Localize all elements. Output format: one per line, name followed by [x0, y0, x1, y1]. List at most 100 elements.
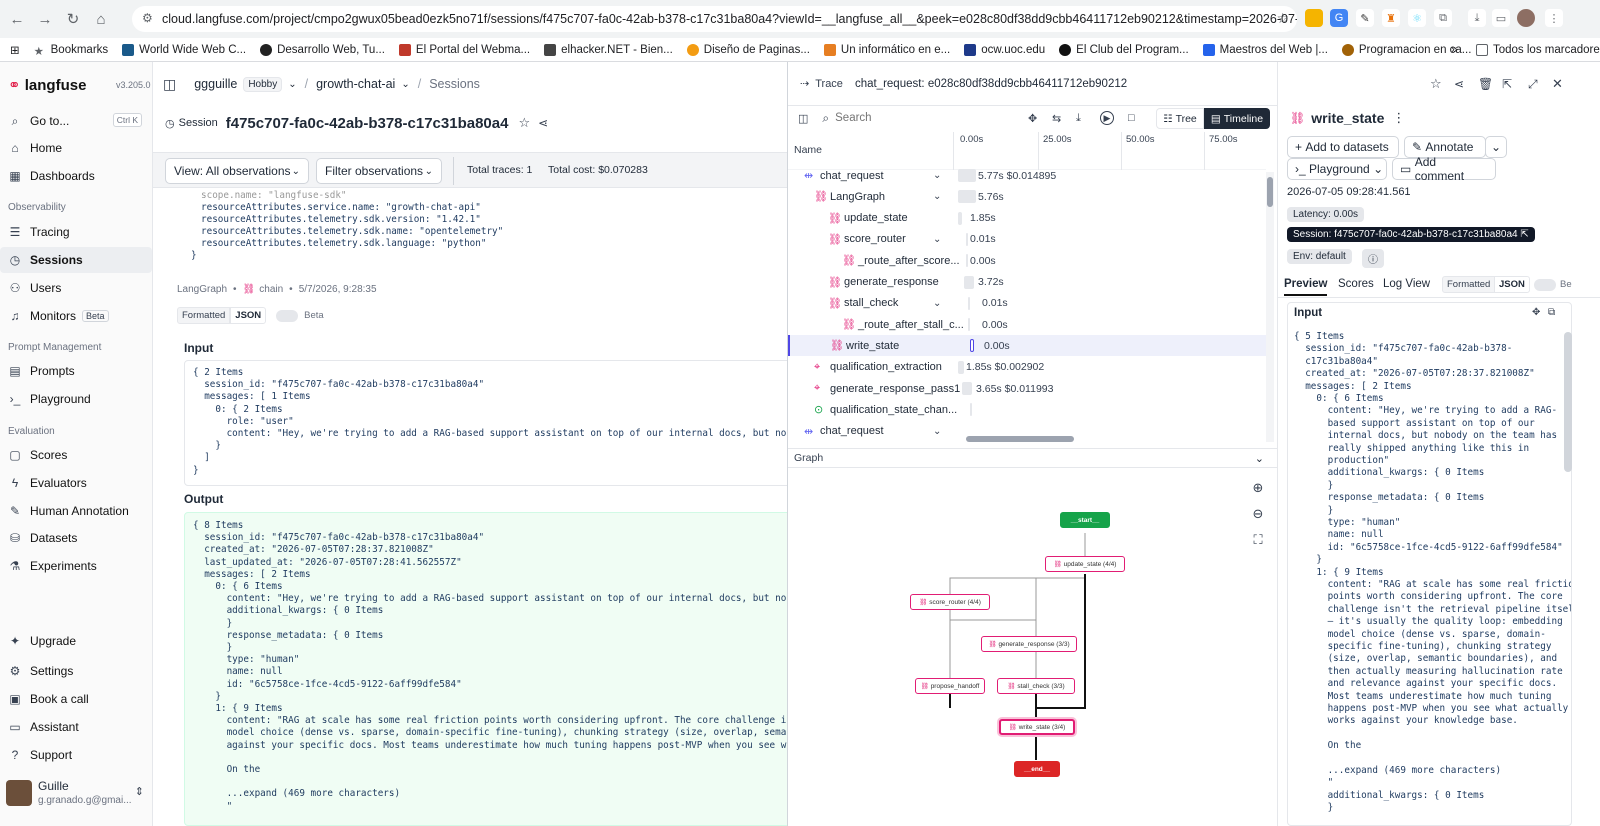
horizontal-scrollbar-thumb[interactable]	[966, 436, 1074, 442]
external-link-icon[interactable]: ⇱	[1502, 77, 1512, 91]
sidebar-item-sessions[interactable]: ◷ Sessions	[0, 247, 152, 273]
sidebar-item-tracing[interactable]: ☰ Tracing	[6, 219, 148, 245]
sidebar-item-prompts[interactable]: ▤ Prompts	[6, 358, 148, 384]
graph-node-propose-handoff[interactable]: ⛓ propose_handoff	[915, 678, 985, 694]
tab-timeline[interactable]: ▤ Timeline	[1204, 108, 1270, 129]
timeline-bar[interactable]	[958, 211, 962, 225]
trace-row[interactable]: ⛓ LangGraph ⌄ 5.76s	[788, 186, 1266, 207]
trace-search-input[interactable]	[835, 112, 1006, 124]
sidebar-item-users[interactable]: ⚇ Users	[6, 275, 148, 301]
split-icon[interactable]: ▭	[1492, 9, 1510, 27]
trace-row[interactable]: ⛓ update_state 1.85s	[788, 208, 1266, 229]
chevron-down-icon[interactable]: ⌄	[933, 234, 941, 245]
pen-icon[interactable]: ✎	[1356, 9, 1374, 27]
chevron-down-icon[interactable]: ⌄	[401, 79, 409, 90]
graph-node-generate-response[interactable]: ⛓ generate_response (3/3)	[981, 636, 1077, 652]
address-bar[interactable]: ⚙ cloud.langfuse.com/project/cmpo2gwux05…	[132, 6, 1297, 32]
bookmark-item[interactable]: El Club del Program...	[1059, 43, 1189, 56]
sidebar-item-settings[interactable]: ⚙ Settings	[6, 658, 148, 684]
bookmark-item[interactable]: Un informático en e...	[823, 43, 950, 56]
tab-formatted[interactable]: Formatted	[177, 307, 231, 324]
fit-view-icon[interactable]: ⛶	[1248, 532, 1268, 552]
all-bookmarks[interactable]: Todos los marcadores	[1476, 43, 1600, 56]
more-bookmarks-icon[interactable]: »	[1451, 44, 1457, 56]
goto-button[interactable]: ⌕ Go to... Ctrl K	[6, 108, 148, 134]
trash-icon[interactable]: 🗑	[1478, 77, 1493, 91]
timeline-bar[interactable]	[966, 254, 968, 268]
timeline-bar[interactable]	[958, 360, 964, 374]
zoom-out-icon[interactable]: ⊖	[1248, 506, 1268, 526]
scrollbar[interactable]	[1266, 172, 1274, 442]
timeline-bar[interactable]	[958, 169, 976, 182]
view-select[interactable]: View: All observations ⌄	[165, 158, 309, 184]
trace-row[interactable]: ⌖ generate_response_pass1 3.65s $0.011993	[788, 378, 1266, 399]
extension-icon[interactable]: ♜	[1382, 9, 1400, 27]
chevron-down-icon[interactable]: ⌄	[933, 191, 941, 202]
home-icon[interactable]: ⌂	[90, 8, 112, 30]
react-icon[interactable]: ⚛	[1408, 9, 1426, 27]
puzzle-icon[interactable]: ⧉	[1434, 9, 1452, 27]
tab-json[interactable]: JSON	[1494, 276, 1530, 293]
trace-row[interactable]: ⌖ qualification_extraction 1.85s $0.002902	[788, 357, 1266, 378]
bookmark-item[interactable]: World Wide Web C...	[122, 43, 246, 56]
sidebar-item-upgrade[interactable]: ✦ Upgrade	[6, 628, 148, 654]
site-info-icon[interactable]: ⚙	[142, 11, 153, 25]
user-menu[interactable]: Guille g.granado.g@gmai... ⇕	[6, 776, 148, 810]
graph-node-write-state[interactable]: ⛓ write_state (3/4)	[999, 719, 1075, 735]
tab-formatted[interactable]: Formatted	[1442, 276, 1496, 293]
bookmark-item[interactable]: Diseño de Paginas...	[686, 43, 810, 56]
filter-icon[interactable]: ⇆	[1052, 112, 1061, 125]
crosshair-icon[interactable]: ✥	[1028, 112, 1037, 125]
expand-icon[interactable]: ⤢	[1528, 77, 1538, 92]
add-comment-button[interactable]: ▭ Add comment	[1392, 155, 1496, 183]
beta-toggle[interactable]	[276, 309, 299, 322]
beta-toggle[interactable]	[1534, 279, 1556, 291]
scrollbar-thumb[interactable]	[1564, 332, 1572, 472]
bookmark-star-icon[interactable]: ☆	[1276, 10, 1289, 27]
graph-node-start[interactable]: __start__	[1060, 512, 1110, 528]
breadcrumb-org[interactable]: ggguille	[194, 77, 237, 91]
sidebar-item-book-call[interactable]: ▣ Book a call	[6, 686, 148, 712]
trace-row[interactable]: ⊙ qualification_state_chan...	[788, 399, 1266, 420]
trace-row[interactable]: ⛓ write_state 0.00s	[788, 335, 1266, 357]
sidebar-item-evaluators[interactable]: ϟ Evaluators	[6, 470, 148, 496]
sidebar-item-playground[interactable]: ›_ Playground	[6, 386, 148, 412]
bookmark-item[interactable]: ocw.uoc.edu	[964, 43, 1045, 56]
chevron-down-icon[interactable]: ⌄	[933, 298, 941, 309]
close-icon[interactable]: ✕	[1552, 76, 1563, 92]
scrollbar-thumb[interactable]	[1267, 177, 1273, 207]
langfuse-logo[interactable]: ⚭ langfuse	[8, 76, 86, 94]
bookmark-item[interactable]: Desarrollo Web, Tu...	[260, 43, 385, 56]
annotate-dropdown-button[interactable]: ⌄	[1485, 136, 1507, 158]
add-to-datasets-button[interactable]: + Add to datasets	[1287, 136, 1399, 158]
trace-row[interactable]: ⛓ score_router ⌄ 0.01s	[788, 229, 1266, 250]
breadcrumb-project[interactable]: growth-chat-ai	[316, 77, 395, 91]
trace-row[interactable]: ⛓ _route_after_stall_c... 0.00s	[788, 314, 1266, 335]
download-icon[interactable]: ⤓	[1076, 112, 1081, 125]
bookmark-item[interactable]: ★ Bookmarks	[34, 44, 109, 58]
timeline-bar[interactable]	[962, 382, 972, 395]
timeline-bar[interactable]	[968, 318, 970, 332]
sidebar-item-support[interactable]: ? Support	[6, 742, 148, 768]
graph-header[interactable]: Graph ⌄	[788, 448, 1278, 468]
chevron-down-icon[interactable]: ⌄	[933, 426, 941, 437]
sidebar-item-human-annotation[interactable]: ✎ Human Annotation	[6, 498, 148, 524]
trace-row[interactable]: ⛓ stall_check ⌄ 0.01s	[788, 293, 1266, 314]
timeline-bar[interactable]	[968, 296, 970, 310]
sidebar-item-assistant[interactable]: ▭ Assistant	[6, 714, 148, 740]
zoom-in-icon[interactable]: ⊕	[1248, 480, 1268, 500]
star-icon[interactable]: ☆	[1430, 76, 1442, 92]
tab-preview[interactable]: Preview	[1284, 278, 1328, 296]
back-icon[interactable]: ←	[6, 8, 28, 30]
session-badge[interactable]: Session: f475c707-fa0c-42ab-b378-c17c31b…	[1287, 227, 1535, 242]
sidebar-item-scores[interactable]: ▢ Scores	[6, 442, 148, 468]
stop-icon[interactable]: □	[1128, 112, 1135, 124]
move-icon[interactable]: ✥	[1532, 307, 1540, 318]
trace-row[interactable]: ⇹ chat_request ⌄ 5.77s $0.014895	[788, 165, 1266, 186]
sidebar-toggle-icon[interactable]: ◫	[163, 76, 176, 93]
graph-node-end[interactable]: __end__	[1014, 761, 1060, 777]
play-icon[interactable]: ▶	[1100, 111, 1114, 125]
playground-button[interactable]: ›_ Playground ⌄	[1287, 158, 1387, 180]
breadcrumb-page[interactable]: Sessions	[429, 77, 480, 91]
bookmark-item[interactable]: elhacker.NET - Bien...	[544, 43, 673, 56]
